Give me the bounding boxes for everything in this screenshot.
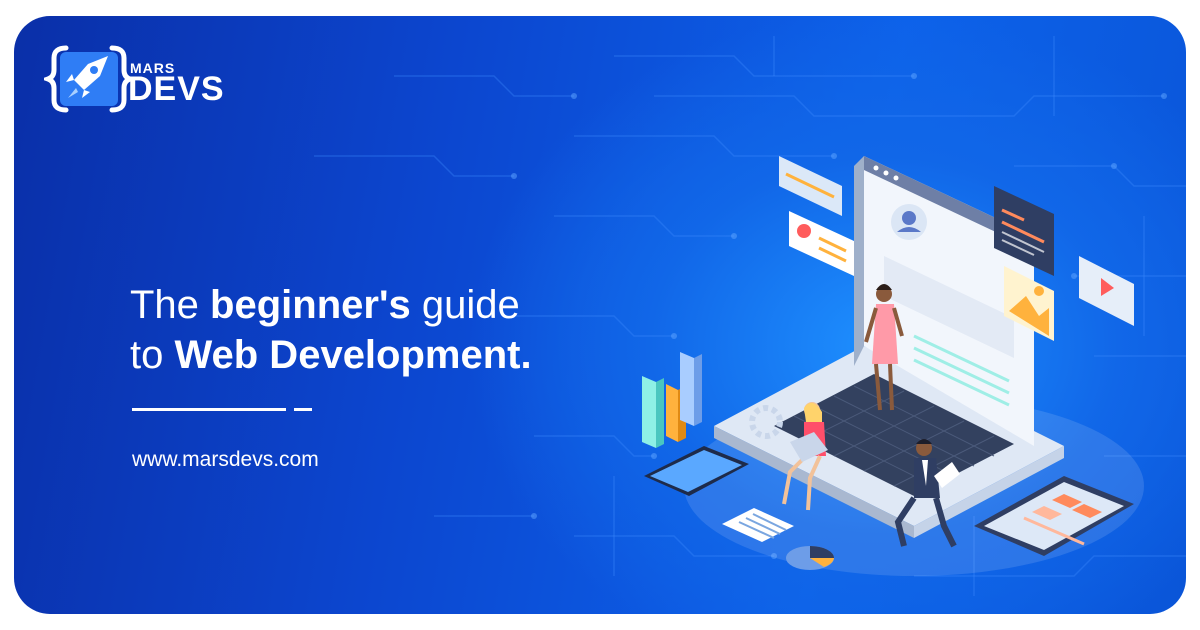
headline: The beginner's guide to Web Development. [130,280,532,380]
banner-card: MARS DEVS The beginner's guide to Web De… [14,16,1186,614]
headline-text: to [130,333,175,377]
chat-card-icon [789,211,854,276]
headline-bold-text: beginner's [210,283,411,327]
doc-card-icon [779,156,842,216]
divider-dash [294,408,312,411]
website-url[interactable]: www.marsdevs.com [132,448,319,472]
divider [132,408,286,411]
headline-bold-text: Web Development. [174,333,532,377]
headline-text: guide [410,283,520,327]
bar-chart-icon [642,352,702,448]
logo-bottom-word: DEVS [128,70,225,108]
headline-line-2: to Web Development. [130,330,532,380]
pie-chart-icon [786,546,834,570]
headline-text: The [130,283,211,327]
web-development-illustration [642,156,1144,576]
headline-line-1: The beginner's guide [130,280,532,330]
video-card-icon [1079,256,1134,326]
